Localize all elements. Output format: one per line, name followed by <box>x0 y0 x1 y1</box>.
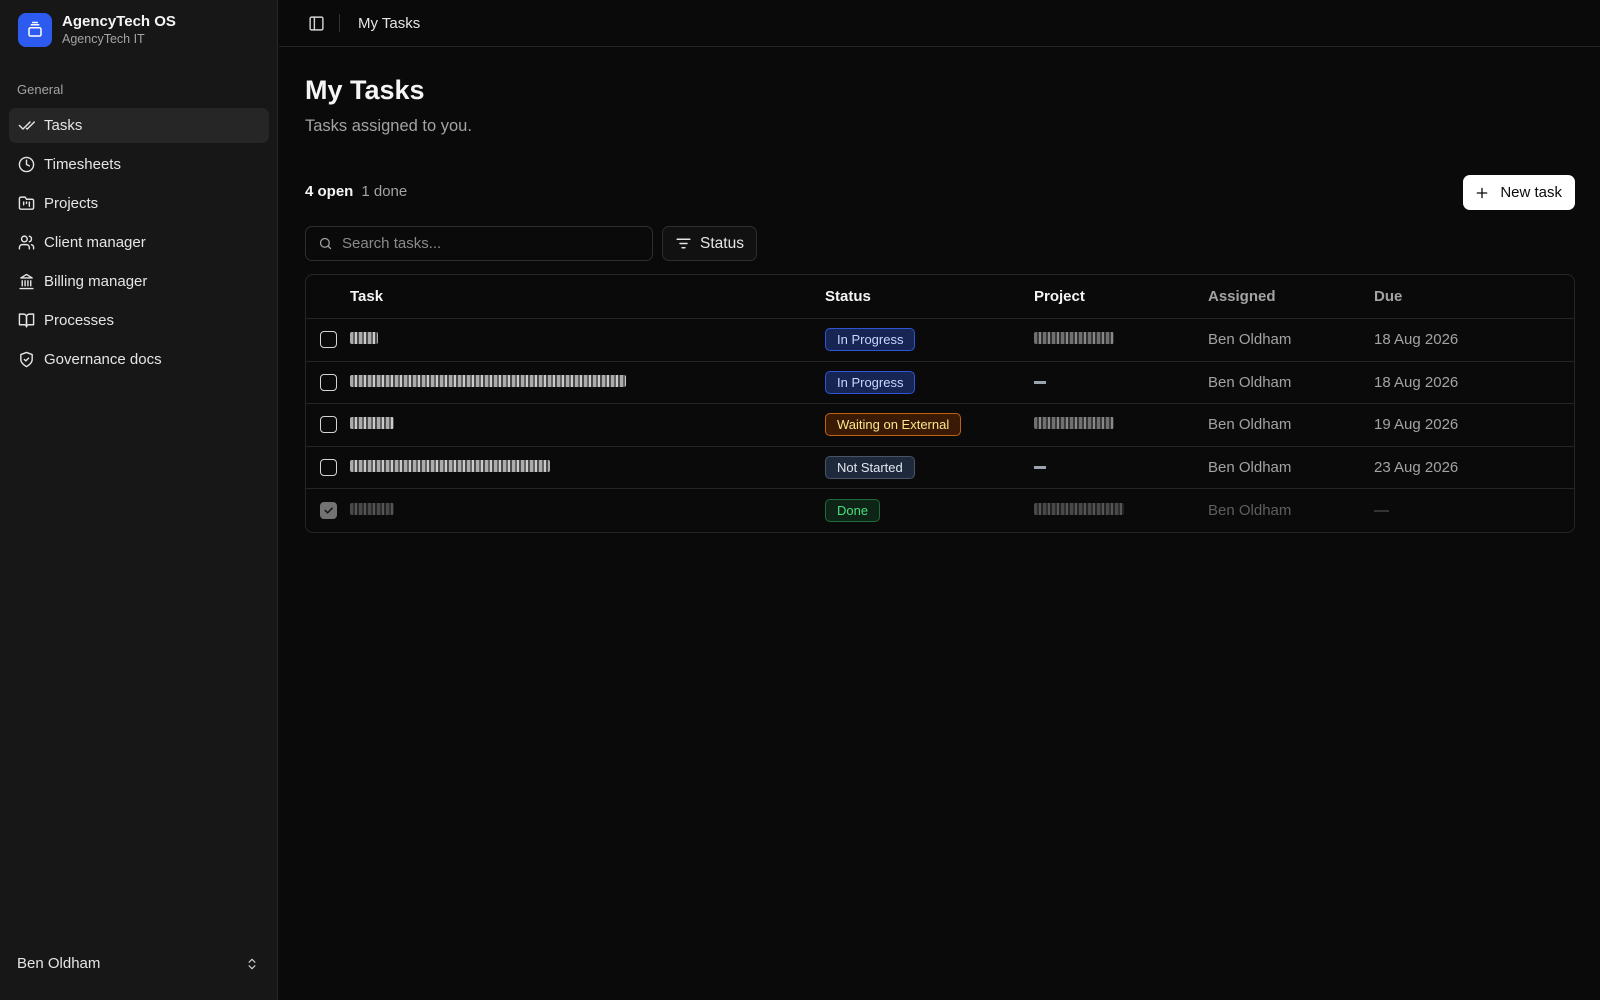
tasks-table: Task Status Project Assigned Due In Prog… <box>305 274 1575 533</box>
status-badge: Done <box>825 498 881 522</box>
open-count: 4 open <box>305 183 354 200</box>
topbar: My Tasks <box>279 0 1600 47</box>
sidebar-item-timesheets[interactable]: Timesheets <box>9 147 269 182</box>
status-badge: In Progress <box>825 328 916 352</box>
table-row[interactable]: Not Started Ben Oldham 23 Aug 2026 <box>306 447 1574 489</box>
book-open-icon <box>18 313 35 328</box>
nav-group-label: General <box>17 82 64 97</box>
table-row[interactable]: In Progress Ben Oldham 18 Aug 2026 <box>306 319 1574 362</box>
due-date: 23 Aug 2026 <box>1374 458 1459 476</box>
filter-lines-icon <box>676 238 691 249</box>
brand[interactable]: AgencyTech OS AgencyTech IT <box>18 13 176 47</box>
page-title: My Tasks <box>305 75 425 105</box>
plus-icon <box>1477 187 1488 198</box>
check-icon <box>323 507 333 514</box>
chevrons-up-down-icon <box>248 958 256 969</box>
redacted-project-name <box>1034 332 1114 345</box>
column-header-task[interactable]: Task <box>350 288 825 305</box>
redacted-task-title <box>350 417 394 430</box>
search-box[interactable] <box>305 226 653 261</box>
status-badge: Waiting on External <box>825 413 962 437</box>
redacted-task-title <box>350 459 550 472</box>
sidebar-item-tasks[interactable]: Tasks <box>9 108 269 143</box>
divider <box>339 14 340 32</box>
task-checkbox[interactable] <box>319 373 337 391</box>
breadcrumb: My Tasks <box>358 14 421 32</box>
redacted-task-title <box>350 332 378 345</box>
new-task-label: New task <box>1500 184 1562 201</box>
status-filter-button[interactable]: Status <box>662 226 757 261</box>
brand-subtitle: AgencyTech IT <box>62 32 145 46</box>
shield-check-icon <box>20 351 33 368</box>
landmark-icon <box>19 273 34 290</box>
status-badge: Not Started <box>825 455 915 479</box>
done-count: 1 done <box>361 183 408 200</box>
sidebar-item-governance-docs[interactable]: Governance docs <box>9 342 269 377</box>
column-header-assigned[interactable]: Assigned <box>1208 288 1374 305</box>
column-header-status[interactable]: Status <box>825 288 1034 305</box>
task-checkbox[interactable] <box>319 331 337 349</box>
table-header: Task Status Project Assigned Due <box>306 275 1574 319</box>
assignee: Ben Oldham <box>1208 331 1292 349</box>
empty-project-dash <box>1034 381 1046 385</box>
panel-left-icon <box>308 15 324 31</box>
sidebar-item-label: Processes <box>44 312 115 329</box>
task-checkbox[interactable] <box>319 416 337 434</box>
sidebar-item-label: Timesheets <box>44 156 121 173</box>
page-subtitle: Tasks assigned to you. <box>305 117 472 135</box>
assignee: Ben Oldham <box>1208 501 1292 519</box>
user-menu[interactable]: Ben Oldham <box>17 955 259 972</box>
column-header-project[interactable]: Project <box>1034 288 1208 305</box>
new-task-button[interactable]: New task <box>1463 175 1575 210</box>
due-date: 19 Aug 2026 <box>1374 416 1459 434</box>
brand-name: AgencyTech OS <box>62 13 176 30</box>
double-check-icon <box>18 121 35 130</box>
assignee: Ben Oldham <box>1208 373 1292 391</box>
sidebar-item-processes[interactable]: Processes <box>9 303 269 338</box>
sidebar-item-client-manager[interactable]: Client manager <box>9 225 269 260</box>
assignee: Ben Oldham <box>1208 458 1292 476</box>
table-row[interactable]: Done Ben Oldham — <box>306 489 1574 532</box>
sidebar-toggle-button[interactable] <box>306 13 326 33</box>
sidebar-item-label: Governance docs <box>44 351 162 368</box>
sidebar: AgencyTech OS AgencyTech IT General Task… <box>0 0 278 1000</box>
sidebar-nav: Tasks Timesheets Projects Client manager… <box>9 108 269 381</box>
redacted-task-title <box>350 374 626 387</box>
redacted-project-name <box>1034 417 1114 430</box>
task-counts: 4 open 1 done <box>305 183 407 200</box>
user-name: Ben Oldham <box>17 955 101 972</box>
empty-project-dash <box>1034 466 1046 470</box>
table-row[interactable]: In Progress Ben Oldham 18 Aug 2026 <box>306 362 1574 404</box>
sidebar-item-billing-manager[interactable]: Billing manager <box>9 264 269 299</box>
task-checkbox[interactable] <box>319 501 337 519</box>
search-icon <box>319 237 332 250</box>
redacted-task-title <box>350 502 394 515</box>
status-badge: In Progress <box>825 370 916 394</box>
sidebar-item-projects[interactable]: Projects <box>9 186 269 221</box>
clock-icon <box>18 156 35 173</box>
sidebar-item-label: Billing manager <box>44 273 148 290</box>
sidebar-item-label: Tasks <box>44 117 83 134</box>
folder-kanban-icon <box>18 196 35 210</box>
search-input[interactable] <box>342 235 632 252</box>
users-icon <box>18 235 35 250</box>
due-date: 18 Aug 2026 <box>1374 331 1459 349</box>
due-date: — <box>1374 501 1389 519</box>
table-row[interactable]: Waiting on External Ben Oldham 19 Aug 20… <box>306 404 1574 447</box>
sidebar-item-label: Projects <box>44 195 99 212</box>
due-date: 18 Aug 2026 <box>1374 373 1459 391</box>
app-logo-icon <box>18 13 52 47</box>
column-header-due[interactable]: Due <box>1374 288 1574 305</box>
assignee: Ben Oldham <box>1208 416 1292 434</box>
redacted-project-name <box>1034 502 1124 515</box>
sidebar-item-label: Client manager <box>44 234 146 251</box>
status-filter-label: Status <box>700 234 744 252</box>
task-checkbox[interactable] <box>319 458 337 476</box>
